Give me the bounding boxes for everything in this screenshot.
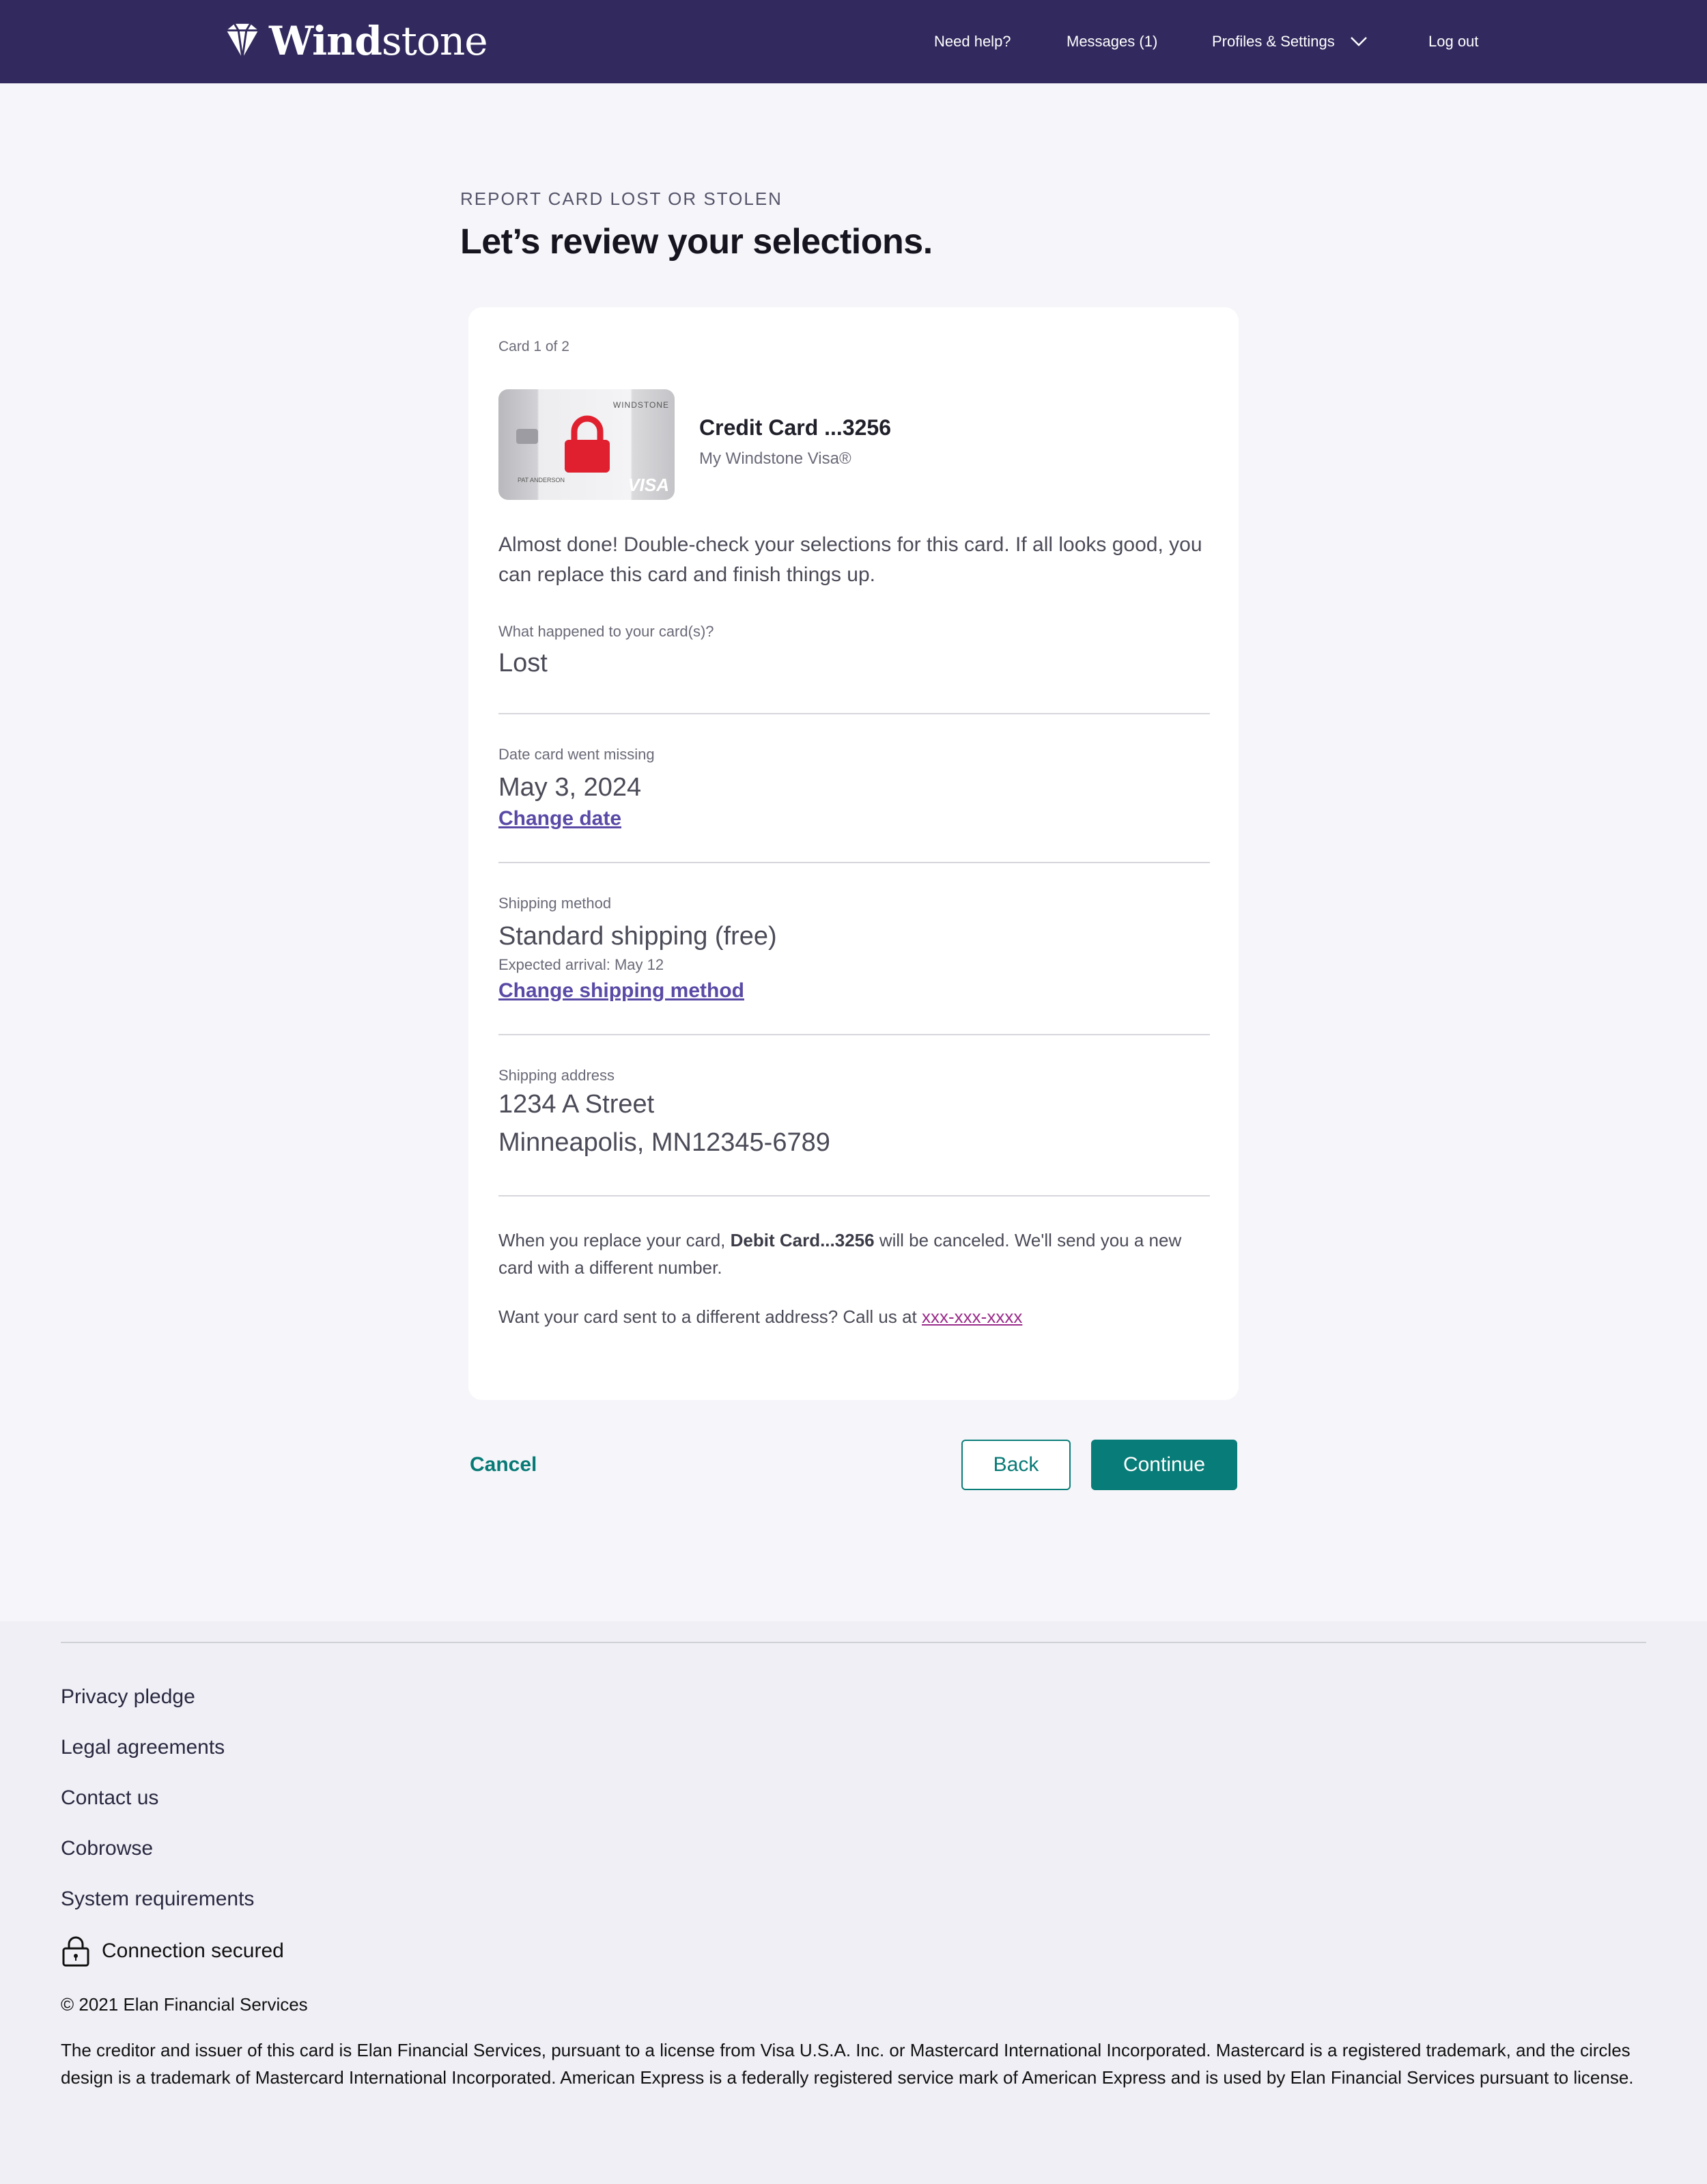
expected-arrival: Expected arrival: May 12 — [498, 956, 664, 973]
shipping-method-value: Standard shipping (free) — [498, 922, 777, 951]
divider — [498, 862, 1210, 863]
change-shipping-link[interactable]: Change shipping method — [498, 979, 744, 1003]
card-counter: Card 1 of 2 — [498, 339, 569, 354]
intro-text: Almost done! Double-check your selection… — [498, 533, 1202, 586]
replace-card-note: When you replace your card, Debit Card..… — [498, 1230, 1182, 1278]
page-footer: Privacy pledge Legal agreements Contact … — [0, 1621, 1707, 2184]
card-art-holder: PAT ANDERSON — [518, 477, 565, 484]
shipping-address-label: Shipping address — [498, 1067, 615, 1084]
lock-icon — [565, 415, 610, 473]
what-happened-label: What happened to your card(s)? — [498, 623, 714, 640]
different-address-note: Want your card sent to a different addre… — [498, 1306, 1023, 1327]
padlock-icon — [62, 1936, 89, 1967]
credit-card-image: WINDSTONE PAT ANDERSON VISA — [498, 389, 675, 500]
card-chip — [516, 429, 538, 444]
diamond-logo-icon — [226, 23, 259, 59]
chevron-down-icon — [1350, 37, 1367, 46]
divider — [498, 1034, 1210, 1035]
page-title: Let’s review your selections. — [460, 222, 933, 262]
card-product: My Windstone Visa® — [699, 449, 851, 468]
contact-us-link[interactable]: Contact us — [61, 1787, 158, 1810]
card-name: Credit Card ...3256 — [699, 415, 891, 440]
canceled-card-name: Debit Card...3256 — [730, 1230, 875, 1250]
change-date-link[interactable]: Change date — [498, 807, 621, 830]
what-happened-value: Lost — [498, 649, 548, 677]
cobrowse-link[interactable]: Cobrowse — [61, 1837, 153, 1860]
phone-number-link[interactable]: xxx-xxx-xxxx — [922, 1306, 1022, 1327]
cancel-button[interactable]: Cancel — [470, 1440, 537, 1490]
brand-wordmark: Windstone — [269, 18, 488, 64]
card-art-brand: WINDSTONE — [612, 400, 669, 410]
date-missing-label: Date card went missing — [498, 746, 655, 763]
connection-secured-label: Connection secured — [102, 1940, 284, 1962]
nav-profiles-settings[interactable]: Profiles & Settings — [1212, 0, 1369, 83]
shipping-method-label: Shipping method — [498, 895, 612, 912]
windstone-logo[interactable]: Windstone — [223, 19, 488, 63]
nav-log-out[interactable]: Log out — [1428, 0, 1478, 83]
legal-agreements-link[interactable]: Legal agreements — [61, 1736, 225, 1759]
address-line-2: Minneapolis, MN12345-6789 — [498, 1128, 830, 1157]
nav-messages[interactable]: Messages (1) — [1067, 0, 1157, 83]
address-line-1: 1234 A Street — [498, 1090, 655, 1119]
divider — [498, 1195, 1210, 1196]
system-requirements-link[interactable]: System requirements — [61, 1888, 254, 1911]
privacy-pledge-link[interactable]: Privacy pledge — [61, 1685, 195, 1709]
legal-disclaimer: The creditor and issuer of this card is … — [61, 2040, 1634, 2088]
copyright: © 2021 Elan Financial Services — [61, 1994, 308, 2015]
review-card-panel: Card 1 of 2 WINDSTONE PAT ANDERSON VISA … — [468, 307, 1239, 1400]
continue-button[interactable]: Continue — [1091, 1440, 1237, 1490]
footer-divider — [61, 1642, 1646, 1643]
page-eyebrow: REPORT CARD LOST OR STOLEN — [460, 188, 782, 209]
divider — [498, 713, 1210, 714]
connection-secured: Connection secured — [61, 1935, 284, 1967]
card-art-network: VISA — [627, 475, 669, 495]
top-navigation-bar: Windstone Need help? Messages (1) Profil… — [0, 0, 1707, 83]
nav-profiles-label: Profiles & Settings — [1212, 33, 1335, 50]
back-button[interactable]: Back — [961, 1440, 1071, 1490]
nav-need-help[interactable]: Need help? — [934, 0, 1011, 83]
date-missing-value: May 3, 2024 — [498, 773, 642, 802]
